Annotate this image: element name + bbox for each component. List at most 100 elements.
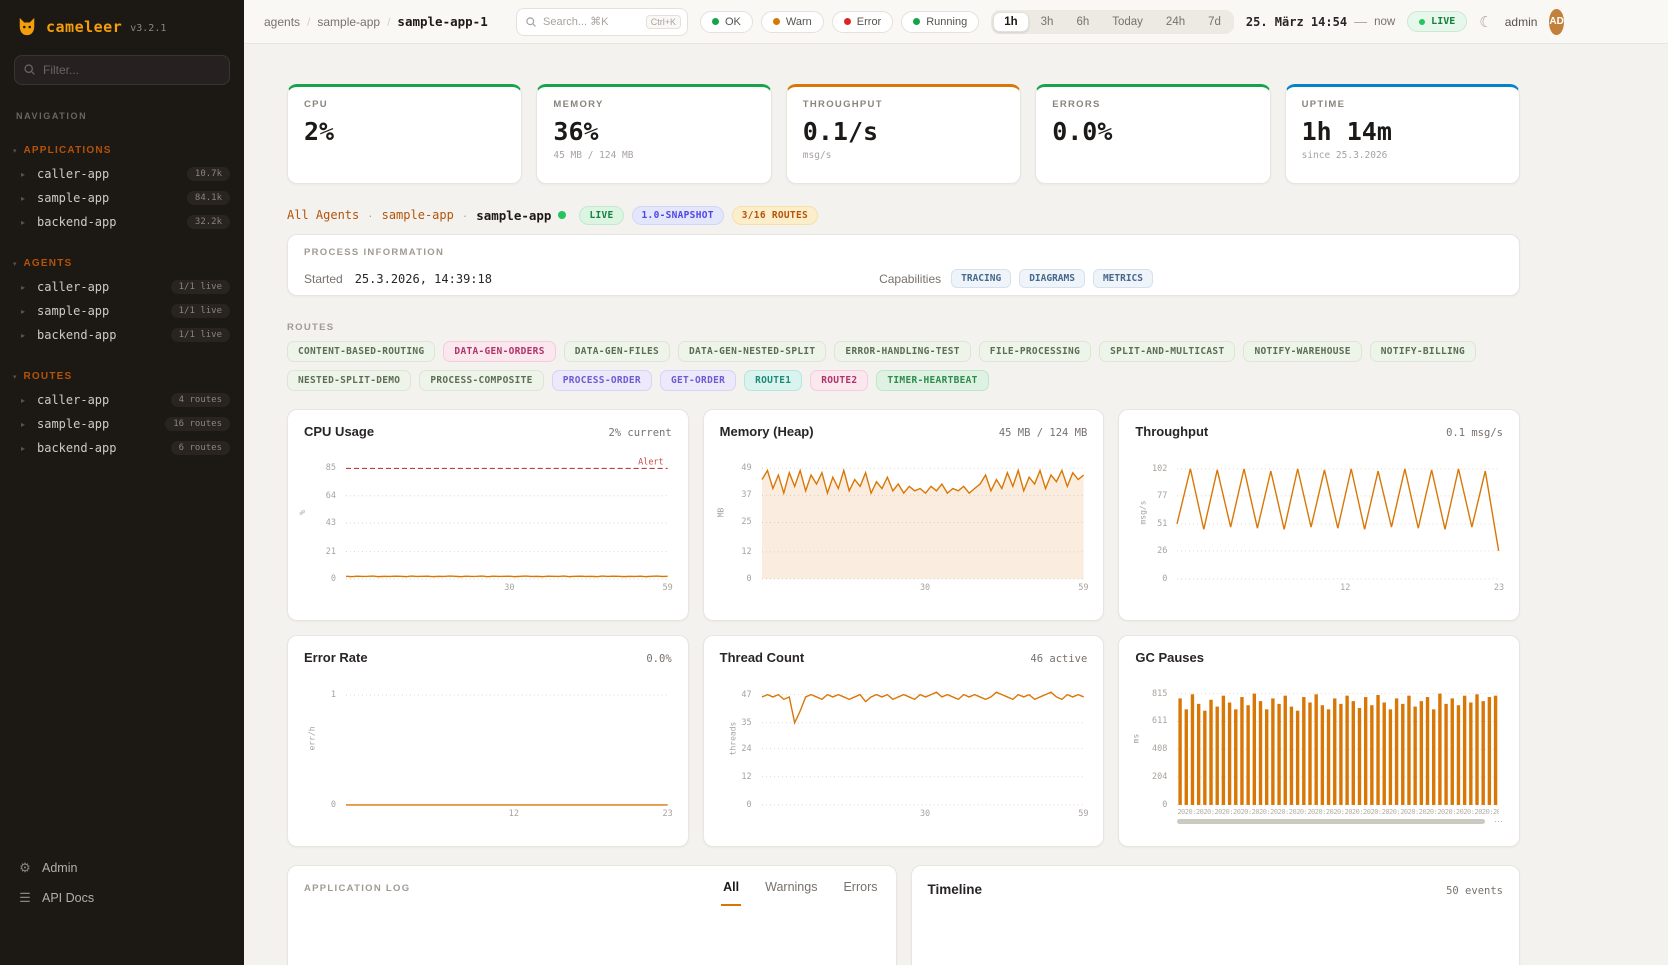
- x-tick-label: 59: [1078, 583, 1088, 593]
- range-button-24h[interactable]: 24h: [1155, 12, 1196, 32]
- chevron-down-icon: ▾: [13, 260, 17, 268]
- y-tick-label: 102: [1152, 464, 1167, 474]
- time-range-display[interactable]: 25. März 14:54 — now: [1246, 14, 1395, 29]
- status-chip-label: Warn: [786, 16, 812, 28]
- sidebar-filter-input[interactable]: [14, 55, 230, 85]
- status-chip-label: OK: [725, 16, 741, 28]
- range-button-today[interactable]: Today: [1101, 12, 1154, 32]
- routes-section-label: ROUTES: [287, 322, 1520, 333]
- status-filter-chip-warn[interactable]: Warn: [761, 11, 824, 33]
- chart-header: GC Pauses: [1135, 650, 1503, 670]
- overflow-ellipsis: …: [1494, 814, 1503, 824]
- route-chip-process-composite[interactable]: PROCESS-COMPOSITE: [419, 370, 543, 391]
- sidebar-section-header[interactable]: ▾ APPLICATIONS: [0, 141, 244, 162]
- route-chip-timer-heartbeat[interactable]: TIMER-HEARTBEAT: [876, 370, 988, 391]
- sidebar-footer-item-admin[interactable]: ⚙ Admin: [0, 853, 244, 883]
- chart-card-error-rate: Error Rate 0.0% err/h 10 1223: [287, 635, 689, 847]
- status-filter-chip-ok[interactable]: OK: [700, 11, 753, 33]
- dark-mode-toggle[interactable]: ☾: [1479, 13, 1492, 31]
- breadcrumb-agents[interactable]: agents: [264, 15, 300, 29]
- log-tab-all[interactable]: All: [721, 880, 741, 906]
- status-filter-chip-running[interactable]: Running: [901, 11, 979, 33]
- route-chip-notify-billing[interactable]: NOTIFY-BILLING: [1370, 341, 1476, 362]
- sidebar-section-header[interactable]: ▾ AGENTS: [0, 254, 244, 275]
- route-chip-route2[interactable]: ROUTE2: [810, 370, 868, 391]
- chart-plot: [1177, 678, 1499, 806]
- x-tick-label: 59: [663, 583, 673, 593]
- chart-title: Error Rate: [304, 650, 368, 665]
- route-chip-split-and-multicast[interactable]: SPLIT-AND-MULTICAST: [1099, 341, 1235, 362]
- y-tick-label: 25: [741, 517, 751, 527]
- search-input[interactable]: [543, 16, 640, 28]
- status-dot-icon: [844, 18, 851, 25]
- range-button-3h[interactable]: 3h: [1030, 12, 1065, 32]
- sidebar-section-header[interactable]: ▾ ROUTES: [0, 367, 244, 388]
- sidebar-item-routes-sample-app[interactable]: ▸ sample-app 16 routes: [0, 412, 244, 436]
- range-button-1h[interactable]: 1h: [993, 12, 1028, 32]
- chart-card-thread-count: Thread Count 46 active threads 473524120…: [703, 635, 1105, 847]
- range-button-6h[interactable]: 6h: [1065, 12, 1100, 32]
- route-chip-get-order[interactable]: GET-ORDER: [660, 370, 736, 391]
- x-tick-label: 12: [1340, 583, 1350, 593]
- route-chip-error-handling-test[interactable]: ERROR-HANDLING-TEST: [834, 341, 970, 362]
- route-chip-route1[interactable]: ROUTE1: [744, 370, 802, 391]
- section-label: ROUTES: [24, 371, 73, 382]
- badge-1-0-snapshot: 1.0-SNAPSHOT: [632, 206, 724, 225]
- agent-app-link[interactable]: sample-app: [382, 208, 454, 222]
- route-chip-data-gen-nested-split[interactable]: DATA-GEN-NESTED-SPLIT: [678, 341, 826, 362]
- sidebar-item-applications-sample-app[interactable]: ▸ sample-app 84.1k: [0, 186, 244, 210]
- process-info-row: Started 25.3.2026, 14:39:18 Capabilities…: [304, 269, 1503, 288]
- svg-text:Alert: Alert: [638, 457, 664, 467]
- chart-y-ticks: 493725120: [728, 452, 756, 580]
- breadcrumb-sample-app[interactable]: sample-app: [317, 15, 380, 29]
- chevron-right-icon: ▸: [21, 444, 29, 453]
- sidebar-item-badge: 10.7k: [187, 167, 230, 181]
- x-tick-label: 59: [1078, 809, 1088, 819]
- sidebar-item-agents-caller-app[interactable]: ▸ caller-app 1/1 live: [0, 275, 244, 299]
- user-name[interactable]: admin: [1505, 15, 1538, 29]
- logo[interactable]: cameleer v3.2.1: [0, 0, 244, 37]
- breadcrumb: agents / sample-app / sample-app-1: [264, 14, 504, 29]
- main-panel: agents / sample-app / sample-app-1 Ctrl+…: [244, 0, 1668, 965]
- datetime-value: 25. März 14:54: [1246, 15, 1347, 29]
- global-search[interactable]: Ctrl+K: [516, 8, 688, 36]
- main-content[interactable]: CPU 2% MEMORY 36% 45 MB / 124 MB THROUGH…: [244, 44, 1668, 965]
- current-agent-name: sample-app: [476, 208, 551, 223]
- datetime-separator: —: [1354, 14, 1367, 29]
- sidebar-item-badge: 4 routes: [171, 393, 230, 407]
- x-tick-label: 30: [504, 583, 514, 593]
- route-chip-nested-split-demo[interactable]: NESTED-SPLIT-DEMO: [287, 370, 411, 391]
- route-chip-process-order[interactable]: PROCESS-ORDER: [552, 370, 652, 391]
- status-filter-chip-error[interactable]: Error: [832, 11, 893, 33]
- nav-section-label: NAVIGATION: [16, 111, 228, 121]
- sidebar-item-applications-backend-app[interactable]: ▸ backend-app 32.2k: [0, 210, 244, 234]
- chart-y-axis-label: ms: [1132, 734, 1141, 744]
- capabilities-label: Capabilities: [879, 272, 941, 286]
- chart-title: Memory (Heap): [720, 424, 814, 439]
- route-chip-data-gen-files[interactable]: DATA-GEN-FILES: [564, 341, 670, 362]
- sidebar-item-agents-backend-app[interactable]: ▸ backend-app 1/1 live: [0, 323, 244, 347]
- route-chip-file-processing[interactable]: FILE-PROCESSING: [979, 341, 1091, 362]
- stat-label: MEMORY: [553, 99, 754, 110]
- sidebar-item-routes-caller-app[interactable]: ▸ caller-app 4 routes: [0, 388, 244, 412]
- avatar[interactable]: AD: [1549, 9, 1563, 35]
- agent-live-dot-icon: [558, 211, 566, 219]
- horizontal-scrollbar[interactable]: [1177, 819, 1485, 824]
- route-chip-data-gen-orders[interactable]: DATA-GEN-ORDERS: [443, 341, 555, 362]
- sidebar-footer-item-api-docs[interactable]: ☰ API Docs: [0, 883, 244, 913]
- stat-value: 36%: [553, 117, 754, 146]
- search-icon: [525, 16, 537, 28]
- gc-x-axis-labels: 2020:2020:2020:2020:2020:2020:2020:2020:…: [1177, 808, 1499, 818]
- all-agents-link[interactable]: All Agents: [287, 208, 359, 222]
- sidebar-item-routes-backend-app[interactable]: ▸ backend-app 6 routes: [0, 436, 244, 460]
- route-chip-content-based-routing[interactable]: CONTENT-BASED-ROUTING: [287, 341, 435, 362]
- route-chip-notify-warehouse[interactable]: NOTIFY-WAREHOUSE: [1243, 341, 1361, 362]
- log-tab-warnings[interactable]: Warnings: [763, 880, 819, 906]
- sidebar-item-applications-caller-app[interactable]: ▸ caller-app 10.7k: [0, 162, 244, 186]
- stat-label: UPTIME: [1302, 99, 1503, 110]
- range-button-7d[interactable]: 7d: [1197, 12, 1232, 32]
- chart-card-cpu-usage: CPU Usage 2% current % 856443210 Alert 3…: [287, 409, 689, 621]
- stat-label: THROUGHPUT: [803, 99, 1004, 110]
- log-tab-errors[interactable]: Errors: [841, 880, 879, 906]
- sidebar-item-agents-sample-app[interactable]: ▸ sample-app 1/1 live: [0, 299, 244, 323]
